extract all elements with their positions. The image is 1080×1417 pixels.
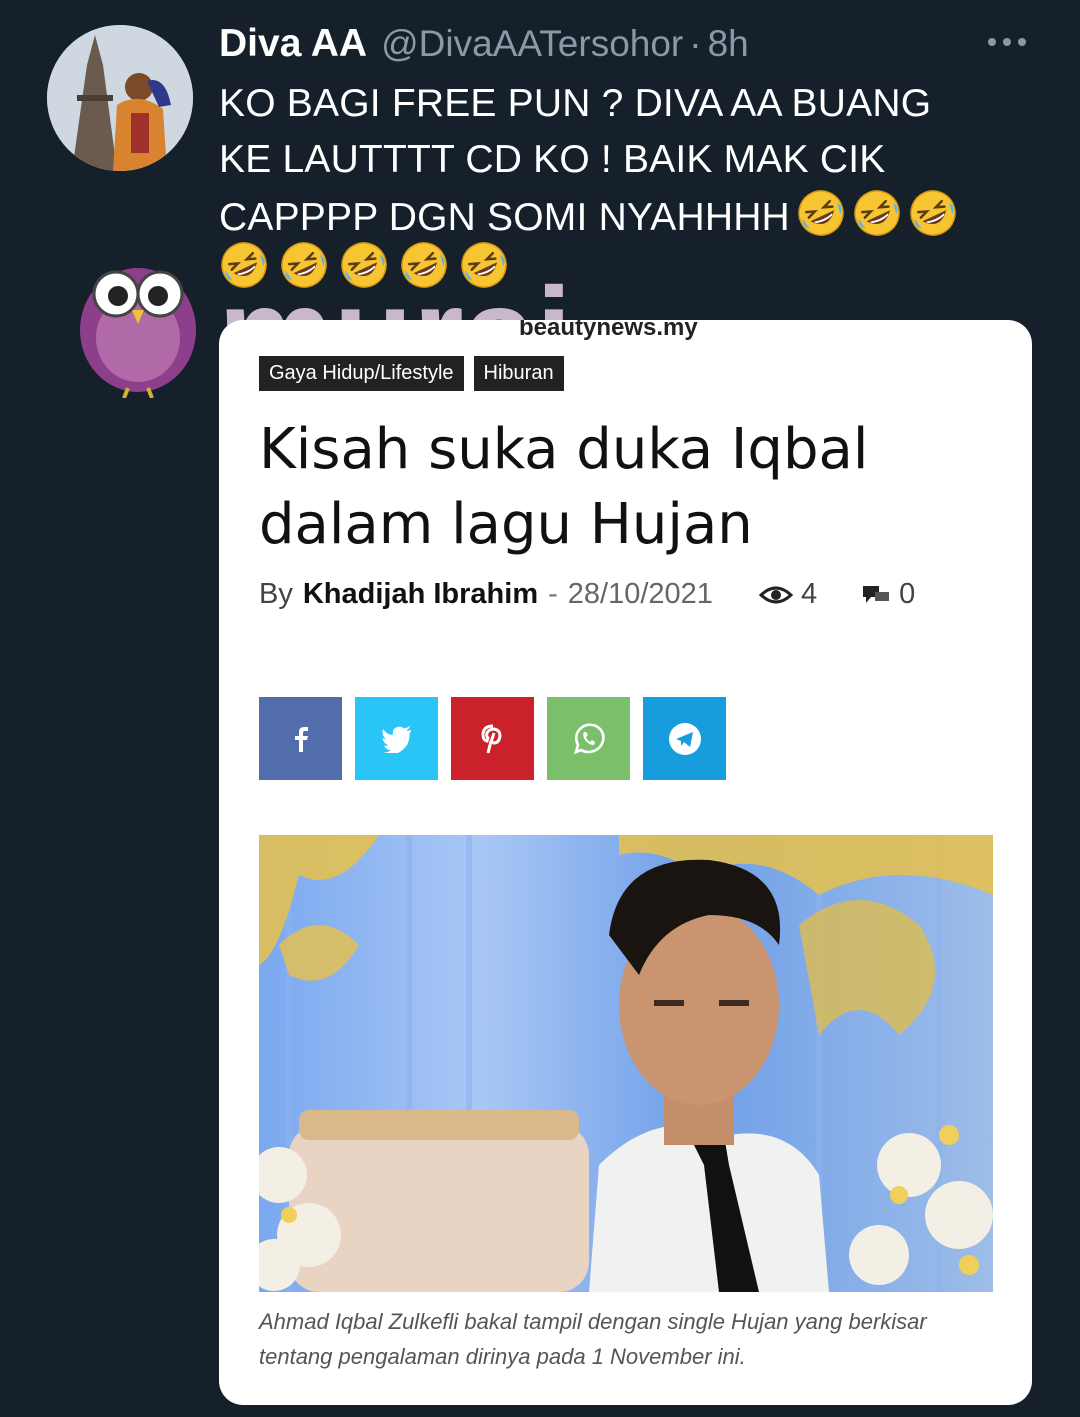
rolling-on-floor-laughing-emoji: [401, 242, 447, 288]
author-name[interactable]: Diva AA: [219, 22, 367, 66]
rolling-on-floor-laughing-emoji: [854, 190, 900, 236]
article-photo-image: [259, 835, 993, 1292]
comment-icon: [863, 585, 890, 603]
share-whatsapp-button[interactable]: [547, 697, 630, 780]
article-photo[interactable]: [259, 835, 993, 1292]
rolling-on-floor-laughing-emoji: [910, 190, 956, 236]
rolling-on-floor-laughing-emoji: [461, 242, 507, 288]
category-tag[interactable]: Gaya Hidup/Lifestyle: [259, 356, 464, 391]
owl-logo: [80, 268, 196, 398]
tweet-text-line: CAPPPP DGN SOMI NYAHHHH: [219, 188, 1049, 246]
article-headline[interactable]: Kisah suka duka Iqbal dalam lagu Hujan: [259, 412, 979, 562]
avatar[interactable]: [47, 25, 193, 171]
views-count: 4: [758, 578, 818, 611]
tweet-text-line: KO BAGI FREE PUN ? DIVA AA BUANG: [219, 82, 932, 125]
emoji-row: [219, 240, 509, 290]
site-name: beautynews.my: [519, 320, 698, 341]
rolling-on-floor-laughing-emoji: [798, 190, 844, 236]
avatar-image: [47, 25, 193, 171]
views-value: 4: [800, 578, 818, 610]
share-twitter-button[interactable]: [355, 697, 438, 780]
share-buttons: [259, 697, 726, 780]
caption-line: tentang pengalaman dirinya pada 1 Novemb…: [259, 1344, 746, 1369]
share-pinterest-button[interactable]: [451, 697, 534, 780]
article-date: 28/10/2021: [567, 578, 713, 610]
tweet-text: KO BAGI FREE PUN ? DIVA AA BUANG KE LAUT…: [219, 76, 1049, 246]
comments-count[interactable]: 0: [863, 578, 915, 611]
whatsapp-icon: [573, 722, 605, 754]
rolling-on-floor-laughing-emoji: [221, 242, 267, 288]
category-tag[interactable]: Hiburan: [473, 356, 564, 391]
tweet-text-line: KE LAUTTTT CD KO ! BAIK MAK CIK: [219, 138, 886, 181]
headline-line: Kisah suka duka Iqbal: [259, 417, 869, 482]
category-tags: Gaya Hidup/Lifestyle Hiburan: [259, 356, 564, 391]
share-facebook-button[interactable]: [259, 697, 342, 780]
tweet-header: Diva AA @DivaAATersohor · 8h: [219, 22, 749, 68]
meta-separator: -: [548, 578, 558, 610]
eye-icon: [758, 586, 793, 603]
telegram-icon: [668, 722, 701, 755]
header-separator: ·: [689, 23, 702, 64]
photo-caption: Ahmad Iqbal Zulkefli bakal tampil dengan…: [259, 1304, 979, 1374]
article-meta: By Khadijah Ibrahim - 28/10/2021 4 0: [259, 578, 915, 611]
rolling-on-floor-laughing-emoji: [341, 242, 387, 288]
rolling-on-floor-laughing-emoji: [281, 242, 327, 288]
headline-line: dalam lagu Hujan: [259, 492, 753, 557]
article-card[interactable]: beautynews.my Gaya Hidup/Lifestyle Hibur…: [219, 320, 1032, 1405]
article-author[interactable]: Khadijah Ibrahim: [303, 578, 538, 611]
by-label: By: [259, 578, 293, 610]
tweet-time[interactable]: 8h: [708, 23, 749, 65]
pinterest-icon: [480, 724, 502, 753]
share-telegram-button[interactable]: [643, 697, 726, 780]
comments-value: 0: [899, 578, 916, 610]
author-handle[interactable]: @DivaAATersohor: [381, 23, 683, 65]
caption-line: Ahmad Iqbal Zulkefli bakal tampil dengan…: [259, 1309, 927, 1334]
twitter-icon: [380, 725, 411, 753]
more-horizontal-icon[interactable]: [984, 30, 1030, 54]
facebook-icon: [294, 726, 308, 752]
